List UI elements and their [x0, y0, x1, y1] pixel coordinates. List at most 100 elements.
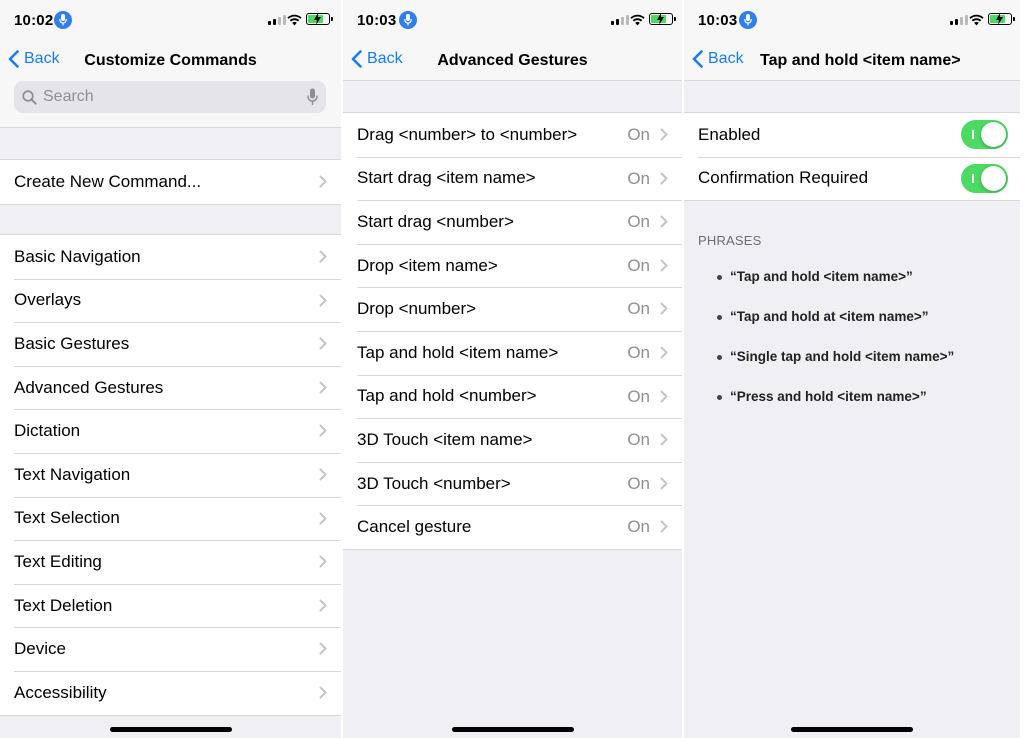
- gesture-row[interactable]: Start drag <item name> On: [343, 156, 682, 201]
- chevron-right-icon: [319, 599, 327, 612]
- home-indicator[interactable]: [109, 727, 232, 732]
- wifi-icon: [630, 13, 645, 31]
- category-text-editing[interactable]: Text Editing: [0, 540, 341, 584]
- row-value: On: [627, 473, 650, 493]
- phrases-section-header: PHRASES: [698, 233, 762, 248]
- create-new-command-row[interactable]: Create New Command...: [0, 160, 341, 204]
- category-overlays[interactable]: Overlays: [0, 278, 341, 323]
- voice-control-mic-icon: [739, 11, 757, 29]
- row-value: On: [627, 299, 650, 319]
- phone-tap-and-hold-detail: 10:03 Back Tap and hold <item name> Enab…: [682, 0, 1020, 738]
- category-basic-gestures[interactable]: Basic Gestures: [0, 322, 341, 366]
- search-icon: [22, 89, 37, 105]
- page-title: Tap and hold <item name>: [760, 52, 961, 69]
- create-command-group: Create New Command...: [0, 159, 341, 205]
- navigation-bar: Back Advanced Gestures: [343, 42, 682, 80]
- status-bar: 10:03: [684, 0, 1020, 42]
- row-label: Overlays: [14, 290, 82, 310]
- chevron-right-icon: [319, 686, 327, 699]
- chevron-right-icon: [660, 477, 668, 490]
- chevron-right-icon: [660, 215, 668, 228]
- search-input[interactable]: [43, 88, 283, 106]
- gesture-row[interactable]: 3D Touch <number> On: [343, 461, 682, 506]
- row-label: Drag <number> to <number>: [357, 124, 578, 144]
- search-bar[interactable]: [14, 81, 326, 113]
- gesture-commands-list: Drag <number> to <number> On Start drag <…: [343, 112, 682, 550]
- gesture-row[interactable]: Drag <number> to <number> On: [343, 113, 682, 157]
- category-dictation[interactable]: Dictation: [0, 409, 341, 453]
- row-label: Tap and hold <item name>: [357, 342, 559, 362]
- phone-advanced-gestures: 10:03 Back Advanced Gestures Drag <numbe…: [341, 0, 682, 738]
- enabled-toggle[interactable]: [961, 120, 1008, 149]
- page-title: Advanced Gestures: [437, 52, 588, 69]
- status-time: 10:02: [14, 12, 54, 29]
- voice-control-mic-icon: [399, 11, 417, 29]
- wifi-icon: [287, 13, 302, 31]
- bullet-icon: [717, 395, 722, 400]
- bullet-icon: [717, 355, 722, 360]
- enabled-row: Enabled: [684, 113, 1020, 157]
- row-label: Advanced Gestures: [14, 377, 164, 397]
- phone-customize-commands: 10:02 Back Customize Commands Search Cre…: [0, 0, 341, 738]
- home-indicator[interactable]: [451, 727, 574, 732]
- cellular-signal-icon: [268, 14, 286, 25]
- chevron-right-icon: [319, 512, 327, 525]
- wifi-icon: [969, 13, 984, 31]
- row-label: Start drag <item name>: [357, 168, 536, 188]
- screenshot-collage: 10:02 Back Customize Commands Search Cre…: [0, 0, 1024, 738]
- row-label: 3D Touch <number>: [357, 473, 511, 493]
- chevron-right-icon: [660, 346, 668, 359]
- nav-divider: [684, 80, 1020, 81]
- phrase-text: “Tap and hold <item name>”: [730, 269, 913, 284]
- category-text-navigation[interactable]: Text Navigation: [0, 452, 341, 497]
- gesture-row[interactable]: Drop <number> On: [343, 287, 682, 331]
- gesture-row[interactable]: Drop <item name> On: [343, 243, 682, 288]
- chevron-right-icon: [660, 433, 668, 446]
- row-value: On: [627, 386, 650, 406]
- row-label: Device: [14, 639, 66, 659]
- row-label: Dictation: [14, 421, 81, 441]
- chevron-right-icon: [319, 175, 327, 188]
- search-bar-container: [0, 80, 341, 128]
- row-label: Text Deletion: [14, 595, 113, 615]
- row-value: On: [627, 517, 650, 537]
- category-basic-navigation[interactable]: Basic Navigation: [0, 235, 341, 279]
- category-text-selection[interactable]: Text Selection: [0, 496, 341, 541]
- chevron-right-icon: [319, 250, 327, 263]
- chevron-right-icon: [319, 468, 327, 481]
- chevron-right-icon: [319, 642, 327, 655]
- gesture-row[interactable]: Cancel gesture On: [343, 505, 682, 549]
- gesture-row[interactable]: Tap and hold <item name> On: [343, 330, 682, 375]
- gesture-row[interactable]: 3D Touch <item name> On: [343, 418, 682, 462]
- chevron-right-icon: [660, 259, 668, 272]
- gesture-row[interactable]: Start drag <number> On: [343, 200, 682, 244]
- row-label: 3D Touch <item name>: [357, 429, 533, 449]
- voice-control-mic-icon: [54, 11, 72, 29]
- row-value: On: [627, 125, 650, 144]
- command-settings-group: Enabled Confirmation Required: [684, 112, 1020, 202]
- confirmation-required-toggle[interactable]: [961, 163, 1008, 193]
- chevron-right-icon: [660, 302, 668, 315]
- chevron-right-icon: [319, 294, 327, 307]
- category-advanced-gestures[interactable]: Advanced Gestures: [0, 365, 341, 410]
- bullet-icon: [717, 315, 722, 320]
- bullet-icon: [717, 275, 722, 280]
- row-value: On: [627, 255, 650, 275]
- row-label: Text Editing: [14, 551, 102, 571]
- home-indicator[interactable]: [791, 727, 913, 732]
- row-label: Confirmation Required: [698, 168, 869, 188]
- category-accessibility[interactable]: Accessibility: [0, 670, 341, 715]
- phrases-list: “Tap and hold <item name>” “Tap and hold…: [684, 255, 1020, 415]
- status-bar: 10:03: [343, 0, 682, 42]
- battery-charging-icon: [306, 13, 333, 25]
- row-label: Start drag <number>: [357, 211, 514, 231]
- back-button[interactable]: Back: [692, 50, 744, 68]
- cellular-signal-icon: [611, 14, 629, 25]
- category-device[interactable]: Device: [0, 627, 341, 671]
- category-text-deletion[interactable]: Text Deletion: [0, 583, 341, 628]
- dictation-mic-icon[interactable]: [307, 88, 318, 106]
- gesture-row[interactable]: Tap and hold <number> On: [343, 374, 682, 419]
- row-label: Tap and hold <number>: [357, 386, 537, 406]
- row-label: Drop <item name>: [357, 255, 498, 275]
- chevron-right-icon: [660, 128, 668, 141]
